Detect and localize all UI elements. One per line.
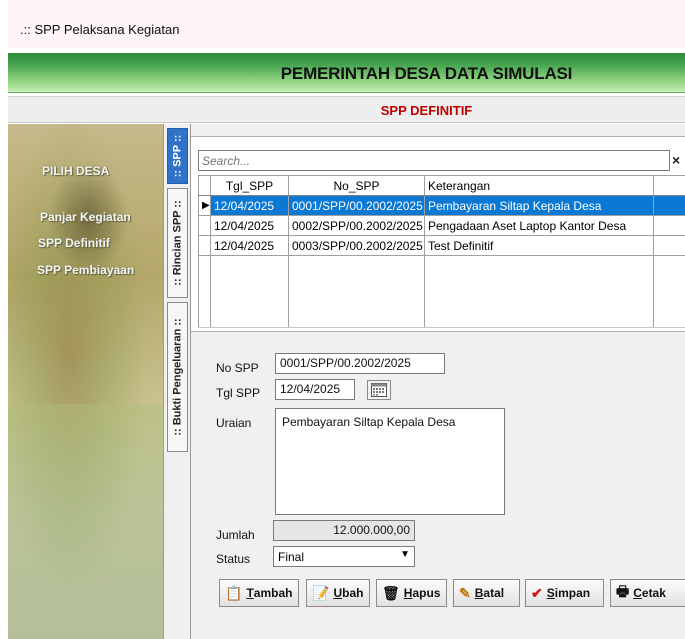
search-box[interactable] — [198, 150, 670, 171]
header-banner: PEMERINTAH DESA DATA SIMULASI — [8, 53, 685, 93]
sidebar: PILIH DESA Panjar Kegiatan SPP Definitif… — [8, 124, 163, 639]
table-row[interactable]: ▶ 12/04/2025 0001/SPP/00.2002/2025 Pemba… — [198, 195, 685, 216]
page-subtitle: SPP DEFINITIF — [380, 103, 473, 118]
add-document-icon: 📋 — [225, 584, 243, 601]
row-selector — [198, 215, 211, 236]
table-header-selector — [198, 175, 211, 196]
empty-cell — [210, 255, 289, 328]
cell-tgl-spp[interactable]: 12/04/2025 — [210, 195, 289, 216]
column-header-tgl-spp[interactable]: Tgl_SPP — [210, 175, 289, 196]
no-spp-field[interactable]: 0001/SPP/00.2002/2025 — [275, 353, 445, 374]
printer-icon: 🖶 — [616, 583, 630, 599]
status-value: Final — [278, 550, 305, 564]
ubah-key: U — [333, 586, 343, 600]
calendar-button[interactable] — [367, 380, 391, 400]
table-row[interactable]: 12/04/2025 0002/SPP/00.2002/2025 Pengada… — [198, 215, 685, 236]
uraian-textarea[interactable]: Pembayaran Siltap Kepala Desa — [275, 408, 505, 515]
tambah-key: T — [246, 586, 254, 600]
hapus-key: H — [403, 586, 413, 600]
tab-bukti-pengeluaran[interactable]: :: Bukti Pengeluaran :: — [167, 302, 188, 452]
cetak-button[interactable]: 🖶 Cetak — [610, 579, 685, 607]
hapus-button[interactable]: 🗑 Hapus — [376, 579, 447, 607]
empty-cell — [424, 255, 654, 328]
edit-icon: 📝 — [312, 584, 330, 601]
page-title: PEMERINTAH DESA DATA SIMULASI — [280, 64, 573, 83]
sidebar-item-spp-pembiayaan[interactable]: SPP Pembiayaan — [37, 263, 134, 277]
window-titlebar: .:: SPP Pelaksana Kegiatan — [8, 0, 685, 48]
checkmark-icon: ✔ — [531, 584, 543, 601]
cell-no-spp[interactable]: 0001/SPP/00.2002/2025 — [288, 195, 425, 216]
search-input[interactable] — [199, 151, 669, 170]
sidebar-item-panjar-kegiatan[interactable]: Panjar Kegiatan — [40, 210, 131, 224]
column-header-filler — [653, 175, 685, 196]
tambah-label: ambah — [253, 586, 293, 600]
simpan-label: impan — [554, 586, 591, 600]
row-selector — [198, 235, 211, 256]
cell-filler — [653, 215, 685, 236]
window-title: .:: SPP Pelaksana Kegiatan — [20, 22, 180, 37]
tab-rincian-spp[interactable]: :: Rincian SPP :: — [167, 188, 188, 298]
tambah-button[interactable]: 📋 Tambah — [219, 579, 299, 607]
ubah-label: bah — [342, 586, 364, 600]
column-header-keterangan[interactable]: Keterangan — [424, 175, 654, 196]
status-select[interactable]: Final ▼ — [273, 546, 415, 567]
sidebar-item-spp-definitif[interactable]: SPP Definitif — [38, 236, 110, 250]
simpan-button[interactable]: ✔ Simpan — [525, 579, 604, 607]
calendar-icon — [371, 383, 387, 397]
close-icon[interactable]: × — [672, 152, 680, 168]
tab-spp[interactable]: :: SPP :: — [167, 128, 188, 184]
hapus-label: apus — [412, 586, 441, 600]
status-label: Status — [216, 552, 251, 566]
cancel-icon: ✎ — [459, 584, 471, 601]
cell-keterangan[interactable]: Test Definitif — [424, 235, 654, 256]
cell-tgl-spp[interactable]: 12/04/2025 — [210, 235, 289, 256]
batal-label: atal — [483, 586, 505, 600]
ubah-button[interactable]: 📝 Ubah — [306, 579, 370, 607]
no-spp-label: No SPP — [216, 361, 259, 375]
jumlah-field: 12.000.000,00 — [273, 520, 415, 541]
tgl-spp-label: Tgl SPP — [216, 386, 261, 400]
sidebar-item-pilih-desa[interactable]: PILIH DESA — [42, 164, 109, 178]
tab-rincian-spp-label: :: Rincian SPP :: — [171, 200, 184, 286]
cell-no-spp[interactable]: 0002/SPP/00.2002/2025 — [288, 215, 425, 236]
delete-icon: 🗑 — [382, 584, 400, 601]
batal-key: B — [474, 586, 484, 600]
cetak-label: etak — [641, 586, 666, 600]
cell-no-spp[interactable]: 0003/SPP/00.2002/2025 — [288, 235, 425, 256]
row-selector-icon: ▶ — [198, 195, 211, 216]
table-header-row: Tgl_SPP No_SPP Keterangan — [198, 175, 685, 196]
subheader-banner: SPP DEFINITIF — [8, 96, 685, 123]
rice-field-illustration — [8, 404, 163, 639]
spp-table: Tgl_SPP No_SPP Keterangan ▶ 12/04/2025 0… — [198, 175, 685, 328]
simpan-key: S — [546, 586, 555, 600]
cell-keterangan[interactable]: Pembayaran Siltap Kepala Desa — [424, 195, 654, 216]
cell-tgl-spp[interactable]: 12/04/2025 — [210, 215, 289, 236]
main-content: × Tgl_SPP No_SPP Keterangan ▶ 12/04/2025… — [191, 124, 685, 639]
vertical-tab-strip: :: SPP :: :: Rincian SPP :: :: Bukti Pen… — [163, 124, 191, 639]
batal-button[interactable]: ✎ Batal — [453, 579, 520, 607]
jumlah-label: Jumlah — [216, 528, 255, 542]
table-empty-row — [198, 255, 685, 328]
tgl-spp-field[interactable]: 12/04/2025 — [275, 379, 355, 400]
chevron-down-icon: ▼ — [400, 549, 410, 560]
tab-spp-label: :: SPP :: — [171, 134, 184, 178]
table-row[interactable]: 12/04/2025 0003/SPP/00.2002/2025 Test De… — [198, 235, 685, 256]
cetak-key: C — [633, 586, 642, 600]
empty-cell — [198, 255, 211, 328]
empty-cell — [288, 255, 425, 328]
empty-cell — [653, 255, 685, 328]
column-header-no-spp[interactable]: No_SPP — [288, 175, 425, 196]
cell-keterangan[interactable]: Pengadaan Aset Laptop Kantor Desa — [424, 215, 654, 236]
cell-filler — [653, 195, 685, 216]
tab-bukti-pengeluaran-label: :: Bukti Pengeluaran :: — [171, 318, 184, 436]
uraian-label: Uraian — [216, 416, 252, 430]
cell-filler — [653, 235, 685, 256]
